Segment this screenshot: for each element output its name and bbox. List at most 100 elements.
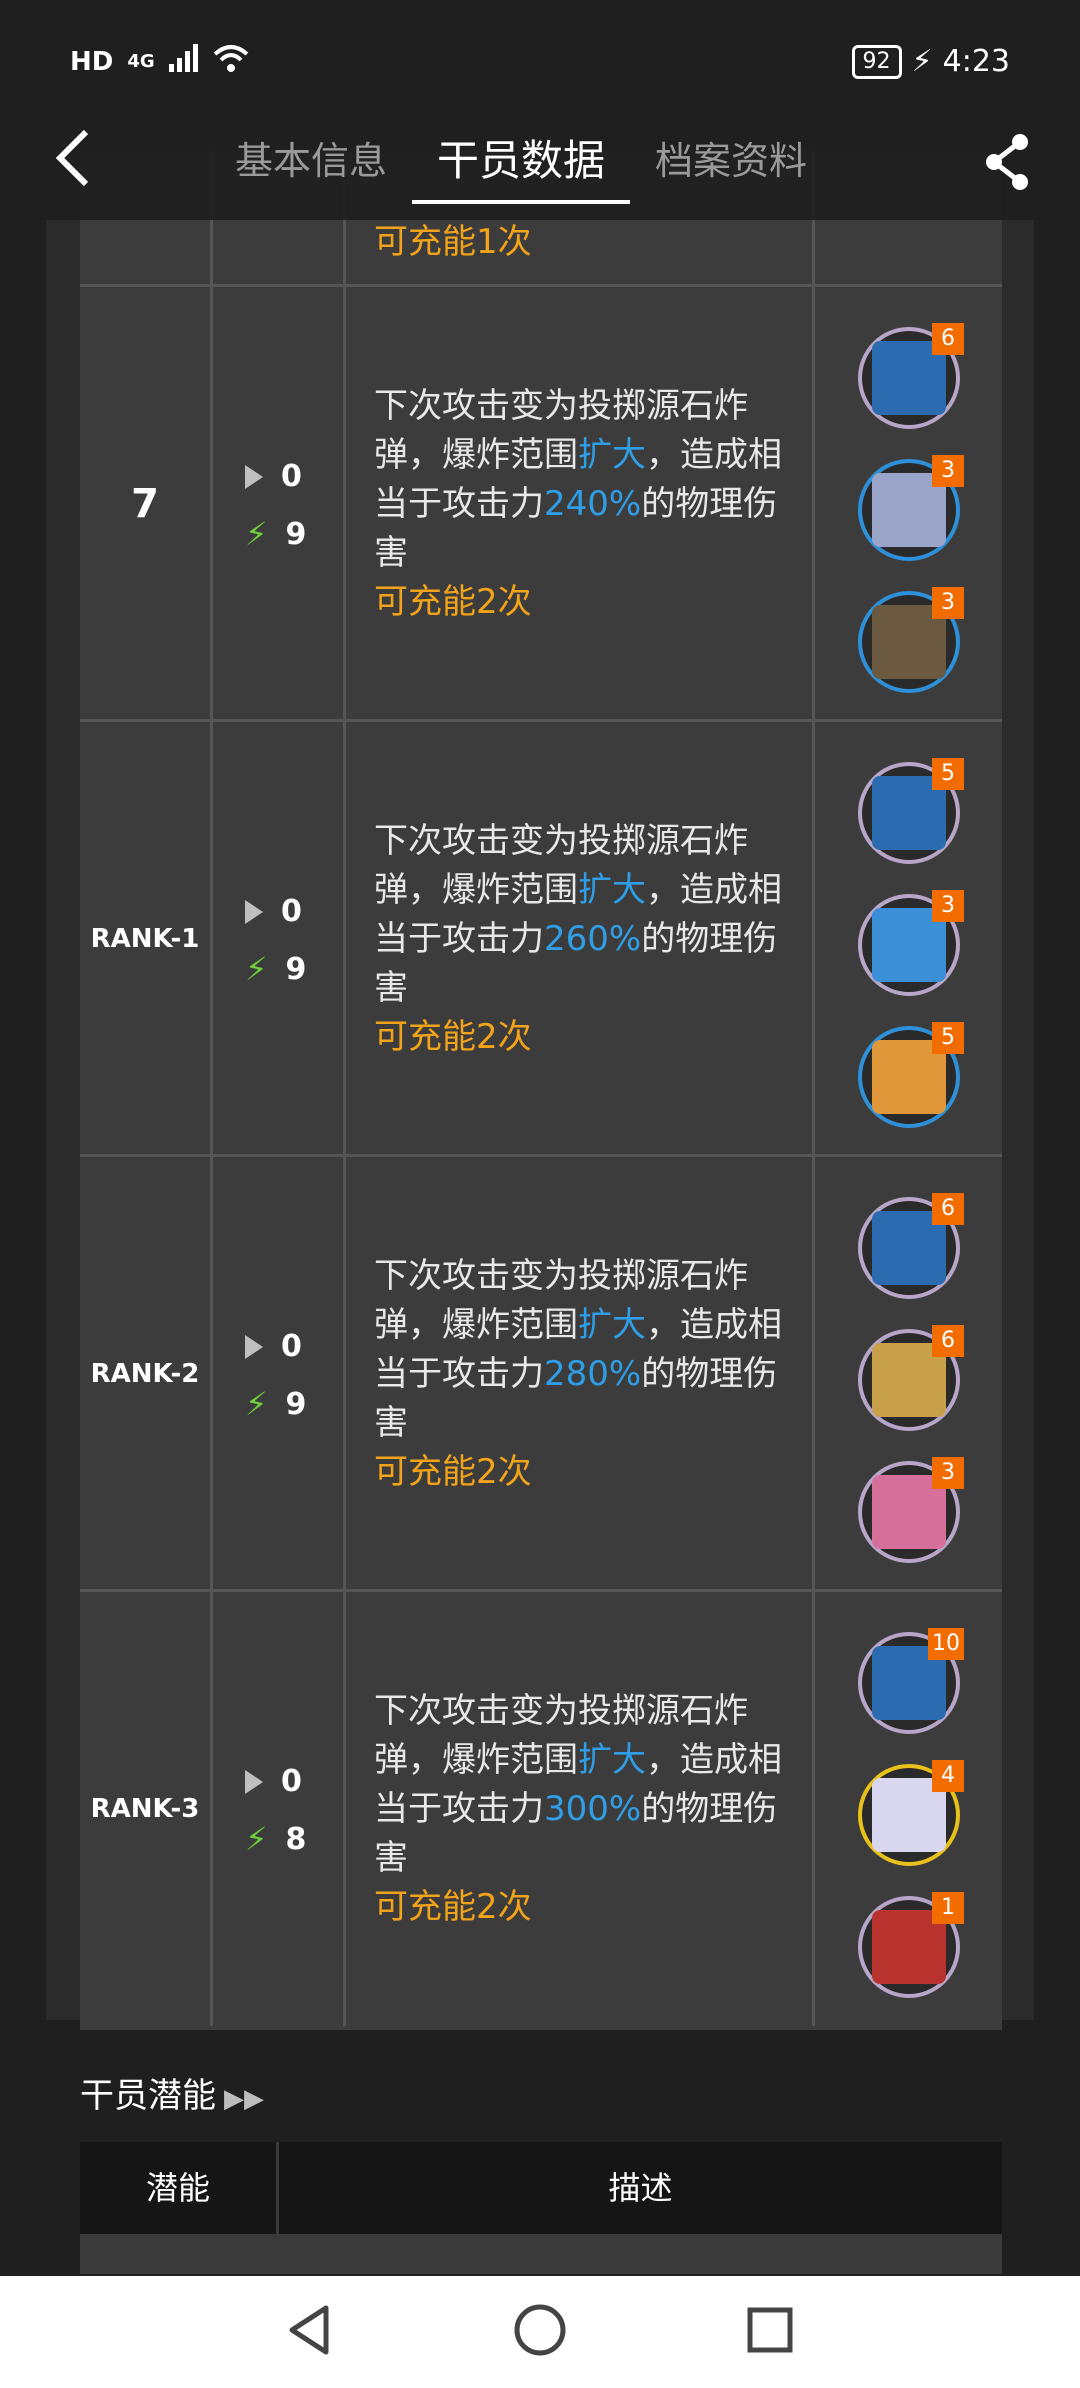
nav-back-icon[interactable] (280, 2300, 340, 2360)
status-bar: HD 4G 92 ⚡ 4:23 (0, 0, 1080, 120)
wifi-icon (213, 44, 249, 79)
signal-icon (168, 44, 199, 79)
level-cell: RANK-2 (80, 1157, 213, 1591)
material-qty-badge: 4 (932, 1760, 964, 1792)
potential-table-row (80, 2234, 1002, 2274)
red-crystal-material-icon[interactable]: 1 (858, 1892, 964, 1998)
crystal-material-icon[interactable]: 3 (858, 890, 964, 996)
initial-sp-value: 0 (281, 459, 302, 494)
description-text: 下次攻击变为投掷源石炸弹，爆炸范围扩大，造成相当于攻击力280%的物理伤害 (374, 1252, 792, 1448)
charge-text: 可充能2次 (374, 1016, 532, 1057)
desc-highlight: 扩大 (578, 434, 646, 475)
materials-cell: 6 3 3 (815, 287, 1002, 721)
pink-device-material-icon[interactable]: 3 (858, 1457, 964, 1563)
expand-arrows-icon[interactable]: ▶▶ (224, 2084, 264, 2114)
skill-summary-book-icon[interactable]: 6 (858, 323, 964, 429)
description-text: 下次攻击变为投掷源石炸弹，爆炸范围扩大，造成相当于攻击力260%的物理伤害 (374, 817, 792, 1013)
skill-summary-book-icon[interactable]: 6 (858, 1193, 964, 1299)
sp-bolt-icon: ⚡ (245, 950, 268, 988)
battery-icon: 92 (851, 44, 902, 79)
share-icon[interactable] (982, 130, 1032, 190)
materials-list: 6 6 3 (815, 1157, 1002, 1591)
desc-cell: 下次攻击变为投掷源石炸弹，爆炸范围扩大，造成相当于攻击力300%的物理伤害 可充能… (346, 1592, 815, 2026)
level-cell: RANK-1 (80, 722, 213, 1156)
skill-level: RANK-1 (90, 924, 200, 954)
skill-description: 下次攻击变为投掷源石炸弹，爆炸范围扩大，造成相当于攻击力240%的物理伤害 可充能… (374, 287, 792, 721)
sp-bolt-icon: ⚡ (245, 515, 268, 553)
device-material-icon[interactable]: 3 (858, 455, 964, 561)
skill-row: 7 0 ⚡ 9 下次攻击变为投掷源石炸弹，爆炸范围扩大，造成相当于攻击力240%的物理伤… (80, 284, 1002, 721)
desc-cell: 下次攻击变为投掷源石炸弹，爆炸范围扩大，造成相当于攻击力240%的物理伤害 可充能… (346, 287, 815, 721)
material-qty-badge: 6 (932, 1325, 964, 1357)
skill-description: 下次攻击变为投掷源石炸弹，爆炸范围扩大，造成相当于攻击力300%的物理伤害 可充能… (374, 1592, 792, 2026)
materials-cell: 10 4 1 (815, 1592, 1002, 2026)
tab-basic-info[interactable]: 基本信息 (210, 130, 412, 200)
initial-sp-icon (245, 899, 263, 924)
skill-description: 下次攻击变为投掷源石炸弹，爆炸范围扩大，造成相当于攻击力260%的物理伤害 可充能… (374, 722, 792, 1156)
nav-recents-icon[interactable] (740, 2300, 800, 2360)
material-qty-badge: 3 (932, 890, 964, 922)
charge-text: 可充能2次 (374, 581, 532, 622)
back-icon[interactable] (52, 128, 92, 198)
skill-row: RANK-2 0 ⚡ 9 下次攻击变为投掷源石炸弹，爆炸范围扩大，造成相当于攻击力280… (80, 1154, 1002, 1591)
sp-cost: ⚡ 8 (245, 1820, 306, 1858)
tab-bar: 基本信息 干员数据 档案资料 (210, 130, 832, 204)
tab-operator-data[interactable]: 干员数据 (412, 130, 631, 204)
skill-row: RANK-1 0 ⚡ 9 下次攻击变为投掷源石炸弹，爆炸范围扩大，造成相当于攻击力260… (80, 719, 1002, 1156)
desc-highlight: 扩大 (578, 1304, 646, 1345)
initial-sp-value: 0 (281, 894, 302, 929)
potential-title-text: 干员潜能 (80, 2076, 216, 2116)
desc-cell: 下次攻击变为投掷源石炸弹，爆炸范围扩大，造成相当于攻击力260%的物理伤害 可充能… (346, 722, 815, 1156)
level-cell: 7 (80, 287, 213, 721)
gold-device-material-icon[interactable]: 6 (858, 1325, 964, 1431)
description-text: 下次攻击变为投掷源石炸弹，爆炸范围扩大，造成相当于攻击力240%的物理伤害 (374, 382, 792, 578)
sp-cell: 0 ⚡ 9 (213, 722, 346, 1156)
material-qty-badge: 5 (932, 758, 964, 790)
material-qty-badge: 3 (932, 587, 964, 619)
initial-sp: 0 (245, 459, 302, 494)
sp-cell: 0 ⚡ 8 (213, 1592, 346, 2026)
sp-cell: 0 ⚡ 9 (213, 287, 346, 721)
potential-header-level: 潜能 (80, 2142, 279, 2234)
hd-indicator: HD (70, 46, 114, 77)
charging-icon: ⚡ (911, 44, 933, 79)
tab-archive[interactable]: 档案资料 (630, 130, 832, 200)
materials-cell: 6 6 3 (815, 1157, 1002, 1591)
material-qty-badge: 5 (932, 1022, 964, 1054)
ore-material-icon[interactable]: 3 (858, 587, 964, 693)
sp-cell: 0 ⚡ 9 (213, 1157, 346, 1591)
initial-sp-icon (245, 464, 263, 489)
skill-description: 下次攻击变为投掷源石炸弹，爆炸范围扩大，造成相当于攻击力280%的物理伤害 可充能… (374, 1157, 792, 1591)
sp-cost-value: 9 (285, 951, 307, 987)
desc-cell: 下次攻击变为投掷源石炸弹，爆炸范围扩大，造成相当于攻击力280%的物理伤害 可充能… (346, 1157, 815, 1591)
materials-list: 10 4 1 (815, 1592, 1002, 2026)
status-right: 92 ⚡ 4:23 (851, 44, 1010, 79)
potential-title: 干员潜能 ▶▶ (80, 2068, 264, 2117)
nav-home-icon[interactable] (510, 2300, 570, 2360)
white-crystal-material-icon[interactable]: 4 (858, 1760, 964, 1866)
material-qty-badge: 1 (932, 1892, 964, 1924)
level-cell: RANK-3 (80, 1592, 213, 2026)
skill-summary-book-icon[interactable]: 10 (858, 1628, 964, 1734)
material-qty-badge: 10 (928, 1628, 964, 1660)
initial-sp-icon (245, 1769, 263, 1794)
clock: 4:23 (942, 44, 1010, 79)
material-qty-badge: 3 (932, 1457, 964, 1489)
skill-row: RANK-3 0 ⚡ 8 下次攻击变为投掷源石炸弹，爆炸范围扩大，造成相当于攻击力300… (80, 1589, 1002, 2026)
desc-highlight-value: 300% (544, 1788, 642, 1829)
system-nav-bar (0, 2276, 1080, 2388)
skill-level: RANK-3 (90, 1794, 200, 1824)
sp-bolt-icon: ⚡ (245, 1385, 268, 1423)
charge-text: 可充能1次 (374, 222, 532, 262)
initial-sp: 0 (245, 894, 302, 929)
skill-summary-book-icon[interactable]: 5 (858, 758, 964, 864)
initial-sp: 0 (245, 1764, 302, 1799)
desc-highlight-value: 240% (544, 483, 642, 524)
desc-highlight-value: 280% (544, 1353, 642, 1394)
materials-list: 6 3 3 (815, 287, 1002, 721)
material-qty-badge: 6 (932, 323, 964, 355)
initial-sp: 0 (245, 1329, 302, 1364)
bread-material-icon[interactable]: 5 (858, 1022, 964, 1128)
materials-cell: 5 3 5 (815, 722, 1002, 1156)
initial-sp-value: 0 (281, 1329, 302, 1364)
